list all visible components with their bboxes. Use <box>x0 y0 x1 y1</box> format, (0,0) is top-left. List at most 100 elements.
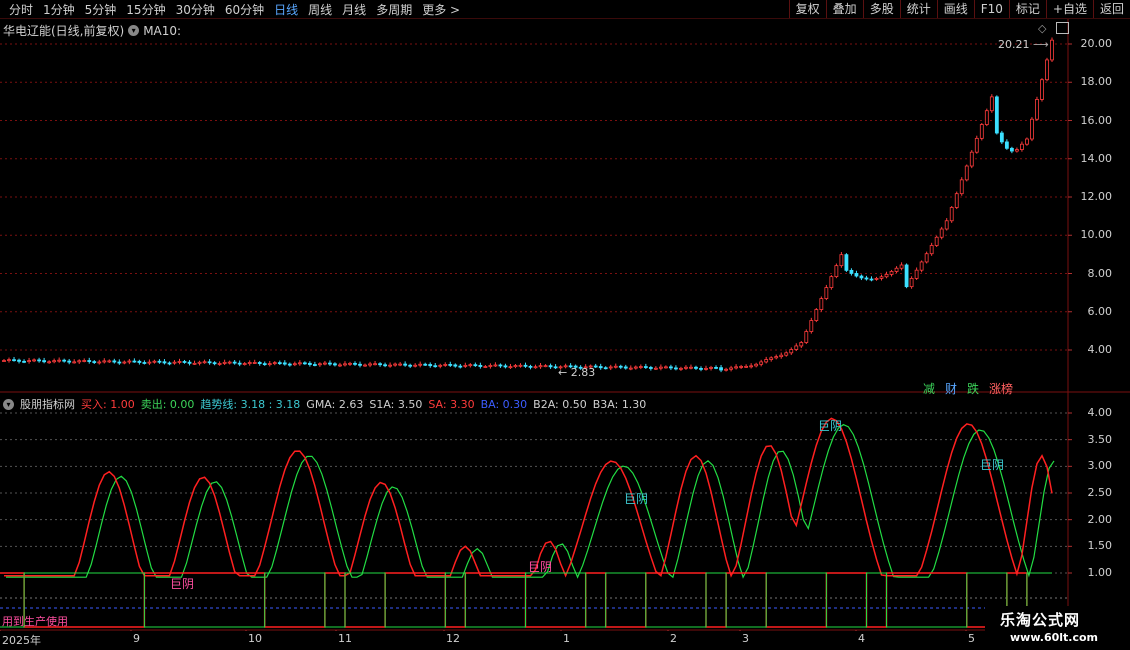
candle-body <box>493 364 498 367</box>
kline-chart-svg[interactable] <box>0 19 1130 631</box>
y-tick-label: 3.50 <box>1087 432 1113 446</box>
period-tab[interactable]: 多周期 <box>371 1 417 18</box>
info-tag[interactable]: 跌 <box>962 380 984 397</box>
x-tick-label: 12 <box>446 632 460 645</box>
period-tab[interactable]: 5分钟 <box>80 1 122 18</box>
toolbar-button[interactable]: 叠加 <box>825 0 863 18</box>
candle-body <box>2 360 6 362</box>
signal-square-wave-2 <box>0 572 1052 628</box>
period-tab[interactable]: 30分钟 <box>171 1 220 18</box>
toolbar-button[interactable]: 复权 <box>788 0 826 18</box>
indicator-dropdown-icon[interactable]: ▾ <box>3 398 14 410</box>
candle-body <box>292 363 297 366</box>
candle-body <box>117 361 122 364</box>
candle-body <box>608 366 613 369</box>
y-tick-label: 8.00 <box>1087 266 1113 280</box>
toolbar-button[interactable]: 标记 <box>1008 0 1046 18</box>
candle-body <box>413 364 418 367</box>
candle-body <box>779 354 784 358</box>
candle-body <box>1050 39 1054 61</box>
period-tab[interactable]: 1分钟 <box>38 1 80 18</box>
candle-body <box>819 298 824 310</box>
info-tag[interactable]: 减 <box>918 380 940 397</box>
candle-body <box>348 362 352 365</box>
y-tick-label: 1.50 <box>1087 539 1113 553</box>
candle-body <box>252 362 257 364</box>
info-tag[interactable]: 涨榜 <box>984 380 1018 397</box>
toolbar-button[interactable]: 统计 <box>899 0 937 18</box>
y-tick-label: 18.00 <box>1080 75 1113 89</box>
candle-body <box>82 360 87 362</box>
period-tab[interactable]: 日线 <box>269 1 303 18</box>
candle-body <box>97 361 102 364</box>
candle-body <box>393 363 398 366</box>
toolbar-button[interactable]: 多股 <box>862 0 900 18</box>
candle-body <box>869 278 874 281</box>
candle-body <box>839 254 844 267</box>
y-tick-label: 6.00 <box>1087 304 1113 318</box>
period-toolbar: 分时 1分钟 5分钟 15分钟 30分钟 60分钟 日线 周线 月线 多周期 更多 > 复权 叠加 多股… <box>0 0 1130 19</box>
candle-body <box>197 361 202 364</box>
indicator-header: ▾ 股朋指标网 买入: 1.00 卖出: 0.00 趋势线: 3.18 : 3.18… <box>3 396 646 412</box>
bottom-note: 用到生产使用 <box>2 615 68 628</box>
candle-body <box>107 360 112 363</box>
candle-body <box>979 124 984 139</box>
candle-body <box>694 366 698 369</box>
toolbar-button[interactable]: 返回 <box>1092 0 1130 18</box>
period-tabs: 分时 1分钟 5分钟 15分钟 30分钟 60分钟 日线 周线 月线 多周期 更多 > <box>4 1 465 18</box>
indicator-field: B2A: 0.50 <box>533 397 587 411</box>
candle-body <box>794 345 799 350</box>
candle-body <box>724 368 728 371</box>
candle-body <box>764 359 769 363</box>
candle-body <box>312 364 317 366</box>
candle-body <box>989 96 994 112</box>
candle-body <box>297 362 302 365</box>
candle-body <box>443 364 448 366</box>
period-tab[interactable]: 60分钟 <box>220 1 269 18</box>
candle-body <box>944 220 949 230</box>
indicator-field: 趋势线: 3.18 : 3.18 <box>200 398 301 411</box>
window-icon[interactable] <box>1056 22 1069 34</box>
candle-body <box>162 361 167 364</box>
toolbar-button[interactable]: F10 <box>973 0 1009 18</box>
period-tab[interactable]: 分时 <box>4 1 38 18</box>
candle-body <box>939 228 944 238</box>
toolbar-button[interactable]: +自选 <box>1045 0 1093 18</box>
annotation-4: 巨阴 <box>980 458 1005 472</box>
x-tick-label: 4 <box>858 632 865 645</box>
candle-body <box>859 275 864 279</box>
candle-body <box>704 368 708 370</box>
grid <box>0 19 1130 631</box>
info-tag[interactable]: 财 <box>940 380 962 397</box>
candle-body <box>719 367 723 371</box>
candle-body <box>333 363 337 366</box>
candle-body <box>994 96 999 134</box>
candle-body <box>112 360 117 363</box>
toolbar-button[interactable]: 画线 <box>936 0 974 18</box>
candle-body <box>804 331 809 343</box>
candle-body <box>658 366 663 369</box>
y-tick-label: 4.00 <box>1087 343 1113 356</box>
candle-body <box>157 360 162 363</box>
diamond-icon[interactable]: ◇ <box>1038 22 1046 35</box>
period-tab[interactable]: 月线 <box>337 1 371 18</box>
y-tick-label: 4.00 <box>1087 406 1113 419</box>
candle-body <box>744 365 749 368</box>
period-tab[interactable]: 15分钟 <box>121 1 170 18</box>
candle-body <box>643 366 648 368</box>
period-tab[interactable]: 周线 <box>303 1 337 18</box>
candle-body <box>734 366 738 369</box>
candle-body <box>37 359 42 362</box>
candle-body <box>518 364 523 367</box>
candle-body <box>849 269 854 274</box>
candle-body <box>914 269 919 279</box>
candle-body <box>674 367 678 370</box>
candle-body <box>438 364 443 367</box>
candle-body <box>398 363 403 366</box>
candle-body <box>784 352 789 356</box>
candle-body <box>969 151 974 167</box>
candle-body <box>1045 59 1049 81</box>
candle-body <box>458 365 463 368</box>
candle-body <box>1030 118 1034 140</box>
period-tab[interactable]: 更多 > <box>417 1 465 18</box>
